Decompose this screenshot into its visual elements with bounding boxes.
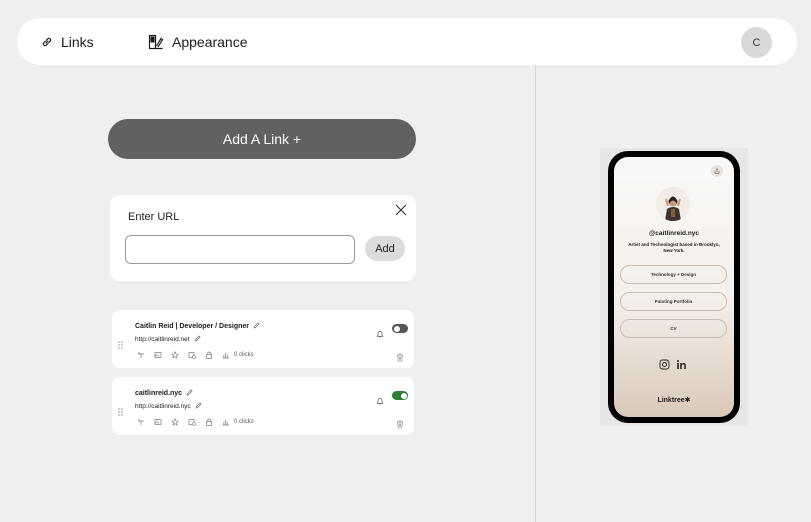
phone-screen: @caitlinreid.nyc Artist and Technologist… — [614, 157, 734, 417]
pencil-icon[interactable] — [186, 389, 193, 398]
analytics-icon[interactable] — [222, 351, 230, 359]
url-entry-card: Enter URL Add — [110, 195, 416, 281]
link-title[interactable]: caitlinreid.nyc — [135, 389, 193, 398]
preview-link-button[interactable]: Painting Portfolio — [620, 292, 727, 311]
share-icon[interactable] — [711, 165, 723, 177]
link-card: caitlinreid.nyc http://caitlinreid.nyc 0… — [112, 377, 414, 435]
preview-link-button[interactable]: Technology + Design — [620, 265, 727, 284]
link-tools: 0 clicks — [137, 351, 254, 359]
link-url-text: http://caitlinreid.net — [135, 336, 190, 343]
link-url-text: http://caitlinreid.nyc — [135, 403, 191, 410]
bell-icon[interactable] — [376, 392, 384, 410]
star-icon[interactable] — [171, 418, 179, 426]
link-icon — [41, 36, 53, 48]
avatar-initial: C — [752, 36, 761, 49]
link-title-text: caitlinreid.nyc — [135, 390, 183, 397]
link-url[interactable]: http://caitlinreid.net — [135, 335, 201, 344]
close-icon[interactable] — [394, 203, 408, 217]
appearance-icon — [148, 34, 164, 50]
pencil-icon[interactable] — [253, 322, 260, 331]
link-title-text: Caitlin Reid | Developer / Designer — [135, 323, 249, 330]
linkedin-icon[interactable] — [676, 357, 687, 375]
profile-bio: Artist and Technologist based in Brookly… — [628, 242, 720, 253]
link-card: Caitlin Reid | Developer / Designer http… — [112, 310, 414, 368]
preview-link-label: Technology + Design — [650, 272, 697, 277]
drag-handle-icon[interactable] — [118, 336, 123, 349]
trash-icon[interactable] — [396, 416, 404, 434]
thumbnail-icon[interactable] — [154, 418, 162, 426]
analytics-icon[interactable] — [222, 418, 230, 426]
lock-icon[interactable] — [205, 418, 213, 426]
layout-icon[interactable] — [137, 351, 145, 359]
visibility-toggle[interactable] — [392, 324, 408, 333]
lock-icon[interactable] — [205, 351, 213, 359]
drag-handle-icon[interactable] — [118, 403, 123, 416]
link-url[interactable]: http://caitlinreid.nyc — [135, 402, 202, 411]
url-add-label: Add — [375, 242, 395, 255]
schedule-icon[interactable] — [188, 351, 196, 359]
link-tools: 0 clicks — [137, 418, 254, 426]
layout-icon[interactable] — [137, 418, 145, 426]
nav-appearance-label: Appearance — [172, 33, 248, 50]
star-icon[interactable] — [171, 351, 179, 359]
preview-link-label: Painting Portfolio — [654, 299, 693, 304]
profile-photo — [656, 187, 690, 221]
trash-icon[interactable] — [396, 349, 404, 367]
bell-icon[interactable] — [376, 325, 384, 343]
toggle-knob — [400, 392, 407, 399]
preview-link-button[interactable]: CV — [620, 319, 727, 338]
click-count: 0 clicks — [234, 352, 254, 358]
linktree-logo: Linktree✱ — [657, 397, 691, 404]
add-link-button[interactable]: Add A Link + — [108, 119, 416, 159]
social-icons — [659, 357, 687, 375]
nav-appearance-tab[interactable]: Appearance — [148, 18, 248, 65]
pane-divider — [535, 65, 536, 522]
avatar[interactable]: C — [741, 27, 772, 58]
instagram-icon[interactable] — [659, 357, 670, 375]
click-count: 0 clicks — [234, 419, 254, 425]
pencil-icon[interactable] — [195, 402, 202, 411]
visibility-toggle[interactable] — [392, 391, 408, 400]
url-add-button[interactable]: Add — [365, 236, 405, 261]
preview-link-label: CV — [670, 326, 677, 331]
add-link-label: Add A Link + — [222, 131, 302, 147]
thumbnail-icon[interactable] — [154, 351, 162, 359]
top-nav-bar: Links Appearance C — [17, 18, 797, 65]
phone-preview: @caitlinreid.nyc Artist and Technologist… — [608, 151, 740, 423]
profile-handle: @caitlinreid.nyc — [648, 230, 700, 237]
nav-links-tab[interactable]: Links — [41, 18, 94, 65]
toggle-knob — [393, 325, 400, 332]
schedule-icon[interactable] — [188, 418, 196, 426]
url-input[interactable] — [125, 235, 355, 264]
link-title[interactable]: Caitlin Reid | Developer / Designer — [135, 322, 260, 331]
nav-links-label: Links — [61, 33, 94, 50]
pencil-icon[interactable] — [194, 335, 201, 344]
url-label: Enter URL — [128, 211, 180, 223]
